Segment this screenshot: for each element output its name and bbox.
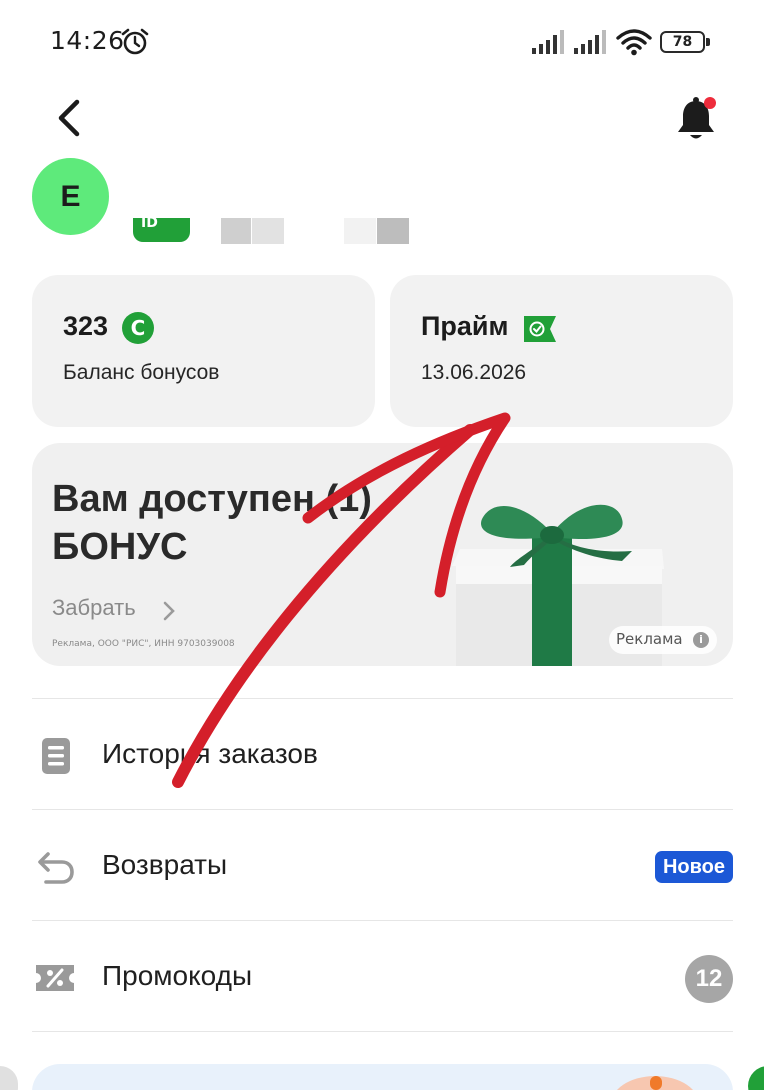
prime-card[interactable]: Прайм 13.06.2026 (390, 275, 733, 427)
promo-code-icon (36, 965, 74, 991)
bonus-balance-value: 323 (63, 311, 109, 341)
bonus-balance-label: Баланс бонусов (63, 361, 220, 384)
floating-action-icon[interactable] (748, 1066, 764, 1090)
redacted-name (221, 218, 251, 244)
menu-item-label: Возвраты (102, 849, 228, 880)
prime-expiry-date: 13.06.2026 (421, 361, 527, 384)
chevron-right-icon (163, 601, 175, 621)
back-button[interactable] (50, 96, 90, 140)
bonus-banner[interactable]: Вам доступен (1) БОНУС Забрать Реклама, … (32, 443, 733, 666)
menu-item-label: Промокоды (102, 960, 253, 991)
menu-item-promo-codes[interactable]: Промокоды 12 (32, 922, 733, 1032)
status-bar: 14:26 78 (0, 0, 764, 84)
ad-legal-text: Реклама, ООО "РИС", ИНН 9703039008 (52, 639, 235, 649)
divider (32, 809, 733, 810)
ad-label[interactable]: Реклама i (609, 626, 717, 654)
signal-icon (574, 30, 606, 54)
status-time: 14:26 (50, 26, 125, 55)
avatar[interactable]: Е (32, 158, 109, 235)
id-badge-label: ID (141, 216, 158, 231)
banner-title: Вам доступен (1) БОНУС (52, 478, 372, 568)
promo-count-badge: 12 (685, 955, 733, 1003)
order-history-icon (42, 738, 70, 774)
prime-check-flag-icon (524, 316, 556, 342)
info-icon: i (693, 632, 709, 648)
claim-link[interactable]: Забрать (52, 595, 136, 621)
menu-item-order-history[interactable]: История заказов (32, 700, 733, 810)
wifi-icon (616, 29, 652, 56)
menu-item-returns[interactable]: Возвраты Новое (32, 811, 733, 921)
divider (32, 920, 733, 921)
redacted-name (252, 218, 284, 244)
notification-dot (704, 97, 716, 109)
new-badge: Новое (654, 851, 733, 883)
divider (32, 1031, 733, 1032)
bonus-balance-card[interactable]: 323 C Баланс бонусов (32, 275, 375, 427)
redacted-name (377, 218, 409, 244)
battery-icon: 78 (660, 31, 710, 53)
notifications-button[interactable] (672, 94, 720, 144)
prime-title: Прайм (421, 311, 509, 341)
id-badge: ID (133, 216, 190, 242)
bonus-coin-icon: C (122, 312, 154, 344)
divider (32, 698, 733, 699)
alarm-icon (121, 28, 149, 55)
signal-icon (532, 30, 564, 54)
redacted-name (344, 218, 376, 244)
return-arrow-icon (38, 852, 74, 884)
battery-level: 78 (660, 31, 705, 53)
menu-item-label: История заказов (102, 738, 318, 769)
